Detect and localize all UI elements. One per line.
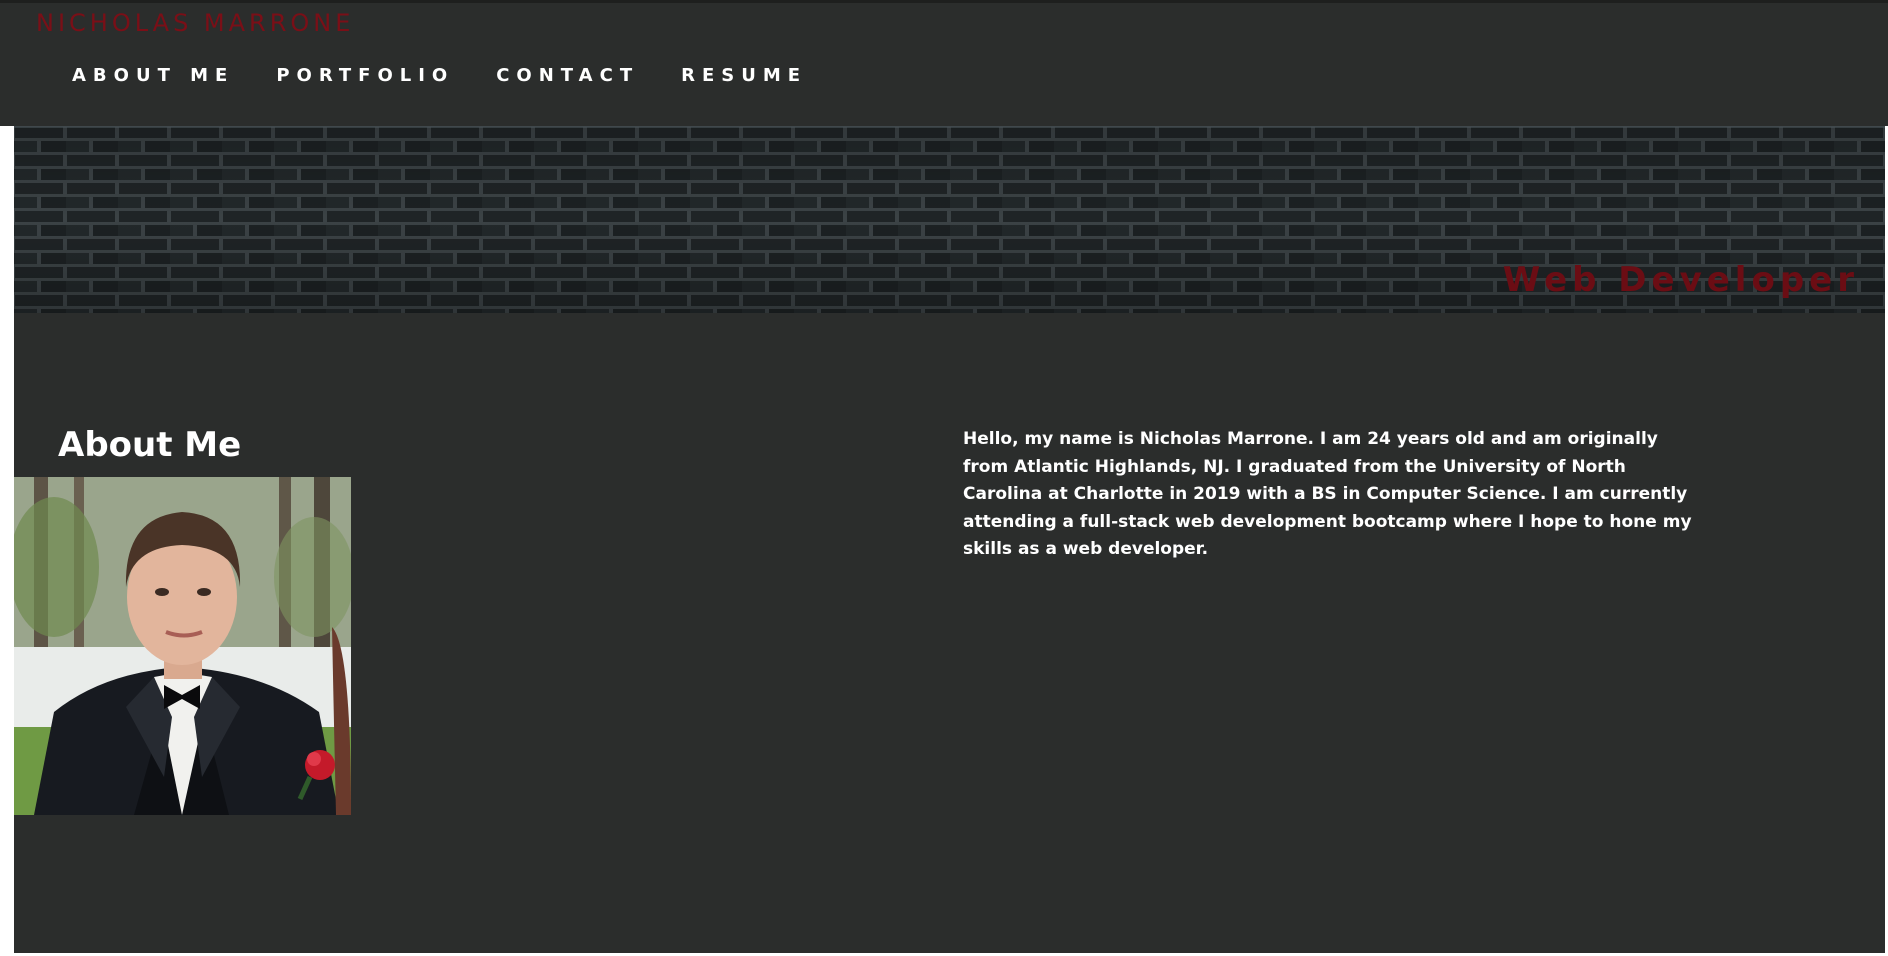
site-title[interactable]: NICHOLAS MARRONE: [36, 8, 354, 38]
nav-about-me[interactable]: ABOUT ME: [72, 64, 234, 88]
about-bio: Hello, my name is Nicholas Marrone. I am…: [963, 429, 1692, 559]
hero-banner: Web Developer: [14, 126, 1885, 313]
about-heading: About Me: [58, 425, 242, 465]
profile-photo: [14, 477, 351, 815]
main-nav: ABOUT ME PORTFOLIO CONTACT RESUME: [72, 64, 849, 88]
site-header: NICHOLAS MARRONE ABOUT ME PORTFOLIO CONT…: [0, 3, 1888, 126]
banner-tagline: Web Developer: [1502, 260, 1859, 300]
nav-resume[interactable]: RESUME: [681, 64, 807, 88]
page: NICHOLAS MARRONE ABOUT ME PORTFOLIO CONT…: [0, 0, 1888, 956]
nav-contact[interactable]: CONTACT: [496, 64, 639, 88]
left-edge: [0, 126, 14, 956]
nav-portfolio[interactable]: PORTFOLIO: [276, 64, 454, 88]
